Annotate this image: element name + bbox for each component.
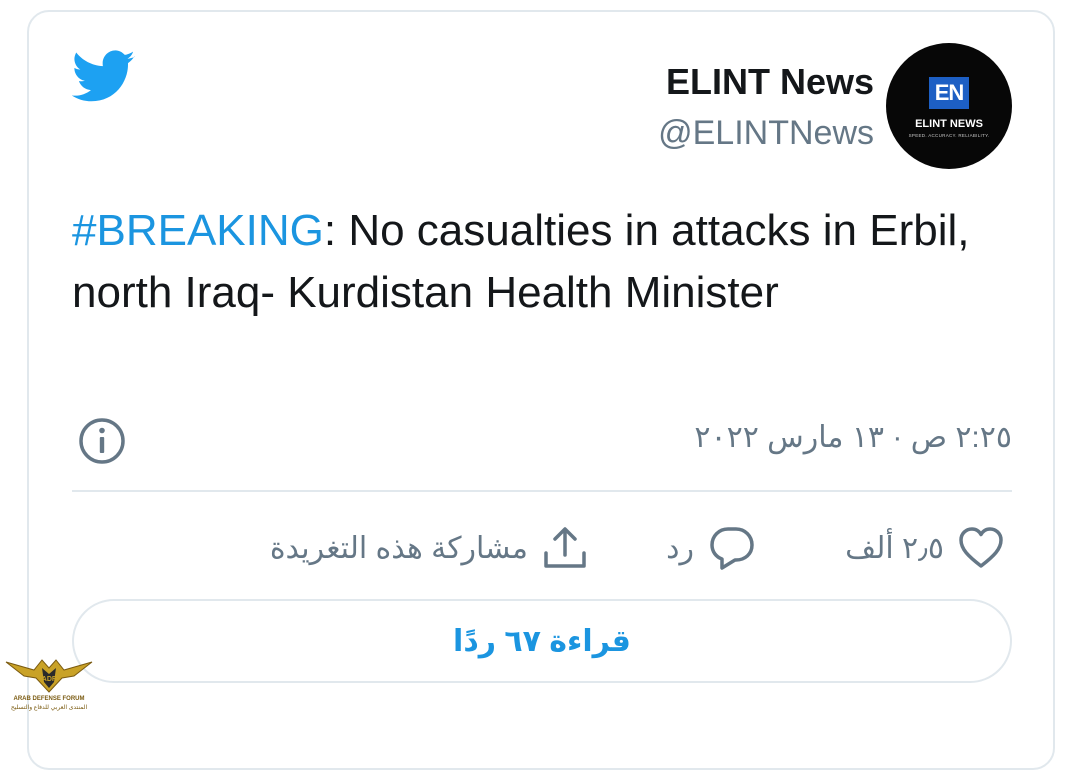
share-upload-icon[interactable] — [542, 525, 588, 571]
speech-bubble-icon[interactable] — [708, 525, 756, 571]
avatar-monogram: EN — [929, 77, 969, 109]
eagle-emblem-icon: ADF — [5, 659, 93, 693]
heart-icon[interactable] — [958, 526, 1004, 570]
info-icon[interactable] — [77, 416, 127, 466]
hashtag-link[interactable]: #BREAKING — [72, 206, 324, 255]
like-button[interactable]: ٢٫٥ ألف — [845, 520, 1004, 576]
avatar-tagline: SPEED. ACCURACY. RELIABILITY. — [908, 133, 990, 138]
tweet-text: #BREAKING: No casualties in attacks in E… — [72, 200, 1032, 324]
forum-watermark-logo: ADF ARAB DEFENSE FORUM المنتدى العربي لل… — [4, 648, 94, 714]
reply-label: رد — [666, 531, 694, 565]
likes-count: ٢٫٥ ألف — [845, 531, 944, 565]
share-button[interactable]: مشاركة هذه التغريدة — [270, 520, 588, 576]
twitter-bird-icon[interactable] — [72, 50, 136, 104]
tweet-author[interactable]: ELINT News @ELINTNews — [658, 60, 874, 154]
tweet-timestamp[interactable]: ٢:٢٥ ص · ١٣ مارس ٢٠٢٢ — [694, 420, 1012, 455]
read-replies-button[interactable]: قراءة ٦٧ ردًا — [72, 599, 1012, 683]
read-replies-label: قراءة ٦٧ ردًا — [453, 624, 631, 658]
author-handle[interactable]: @ELINTNews — [658, 112, 874, 154]
author-name[interactable]: ELINT News — [658, 60, 874, 104]
svg-text:ADF: ADF — [42, 676, 57, 683]
avatar[interactable]: EN ELINT NEWS SPEED. ACCURACY. RELIABILI… — [886, 43, 1012, 169]
avatar-title: ELINT NEWS — [915, 118, 983, 130]
watermark-text-en: ARAB DEFENSE FORUM — [13, 696, 85, 702]
watermark-text-ar: المنتدى العربي للدفاع والتسليح — [10, 705, 88, 711]
share-label: مشاركة هذه التغريدة — [269, 531, 528, 565]
reply-button[interactable]: رد — [666, 520, 756, 576]
divider — [72, 490, 1012, 492]
